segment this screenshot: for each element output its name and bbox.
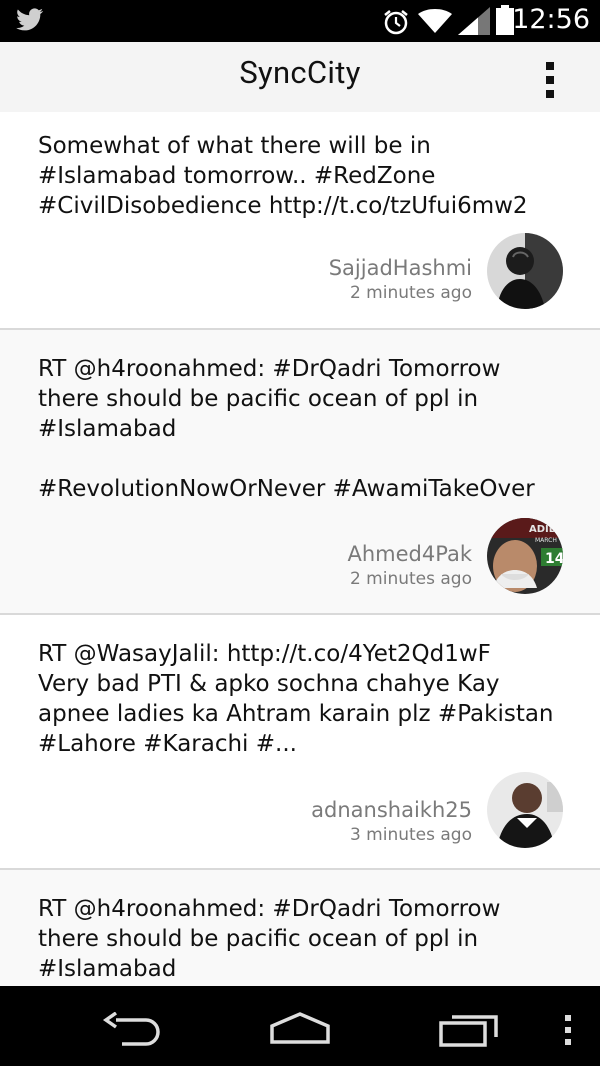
tweet-username[interactable]: Ahmed4Pak [348,542,473,566]
avatar-image [487,772,563,848]
tweet-text: RT @h4roonahmed: #DrQadri Tomorrow there… [38,356,535,502]
clock: 12:56 [512,4,590,35]
back-icon[interactable] [102,1012,162,1046]
tweet-item[interactable]: RT @h4roonahmed: #DrQadri Tomorrow there… [0,870,600,986]
alarm-icon [384,10,408,35]
twitter-icon [16,8,44,31]
tweet-item[interactable]: RT @h4roonahmed: #DrQadri Tomorrow there… [0,330,600,615]
home-icon[interactable] [268,1010,332,1044]
tweet-text: RT @h4roonahmed: #DrQadri Tomorrow there… [38,896,501,982]
tweet-meta: adnanshaikh25 3 minutes ago [311,798,472,845]
avatar-image [487,233,563,309]
tweet-time: 2 minutes ago [349,569,472,589]
tweet-time: 3 minutes ago [349,825,472,845]
avatar-label-2: MARCH [535,537,557,544]
tweet-time: 2 minutes ago [349,283,472,303]
tweet-text: RT @WasayJalil: http://t.co/4Yet2Qd1wF V… [38,641,554,757]
avatar[interactable] [487,233,563,309]
tweet-username[interactable]: adnanshaikh25 [311,798,472,822]
avatar-label-1: ADILA [529,524,563,535]
app-title: SyncCity [239,54,361,91]
recents-icon[interactable] [438,1014,500,1048]
status-bar: 12:56 [0,0,600,42]
avatar[interactable]: ADILA MARCH 14 [487,518,563,594]
tweet-username[interactable]: SajjadHashmi [329,256,472,280]
navigation-bar [0,986,600,1066]
tweet-item[interactable]: Somewhat of what there will be in #Islam… [0,112,600,330]
avatar-image: ADILA MARCH 14 [487,518,563,594]
wifi-icon [418,9,452,33]
tweet-meta: Ahmed4Pak 2 minutes ago [348,542,473,589]
avatar-label-3: 14 [545,551,563,567]
more-vert-icon[interactable] [546,62,556,98]
menu-icon[interactable] [563,1013,573,1047]
tweet-item[interactable]: RT @WasayJalil: http://t.co/4Yet2Qd1wF V… [0,615,600,870]
action-bar: SyncCity [0,42,600,112]
avatar[interactable] [487,772,563,848]
tweet-list[interactable]: Somewhat of what there will be in #Islam… [0,112,600,986]
tweet-meta: SajjadHashmi 2 minutes ago [329,256,472,303]
tweet-text: Somewhat of what there will be in #Islam… [38,133,528,219]
signal-icon [458,7,490,35]
